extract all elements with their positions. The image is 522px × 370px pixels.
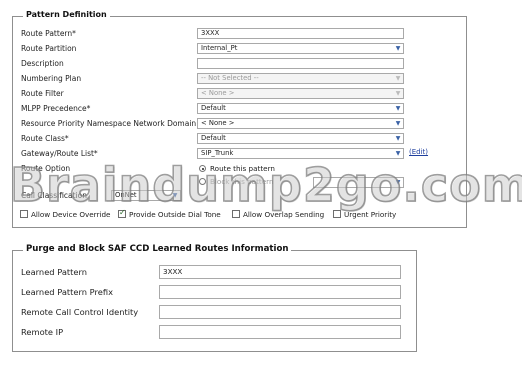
block-pattern-row: Block this pattern ▼ — [13, 175, 466, 189]
chevron-down-icon: ▼ — [395, 135, 401, 142]
learned-pattern-prefix-input[interactable] — [159, 285, 401, 299]
chevron-down-icon: ▼ — [395, 120, 401, 127]
remote-call-control-identity-input[interactable] — [159, 305, 401, 319]
numbering-plan-row: Numbering Plan -- Not Selected -- ▼ — [13, 72, 466, 86]
saf-learned-routes-section: Purge and Block SAF CCD Learned Routes I… — [12, 244, 417, 352]
description-label: Description — [21, 59, 64, 68]
numbering-plan-label: Numbering Plan — [21, 74, 82, 83]
call-classification-select[interactable]: OnNet ▼ — [111, 190, 181, 201]
chevron-down-icon: ▼ — [395, 179, 401, 186]
remote-ip-row: Remote IP — [13, 325, 416, 343]
mlpp-precedence-value: Default — [201, 104, 226, 112]
checkbox-row: Allow Device Override Provide Outside Di… — [13, 207, 466, 221]
block-reason-select[interactable]: ▼ — [313, 177, 404, 188]
route-partition-value: Internal_Pt — [201, 44, 238, 52]
route-filter-label: Route Filter — [21, 89, 64, 98]
route-filter-value: < None > — [201, 89, 235, 97]
route-partition-row: Route Partition Internal_Pt ▼ — [13, 42, 466, 56]
route-class-row: Route Class* Default ▼ — [13, 132, 466, 146]
route-filter-row: Route Filter < None > ▼ — [13, 87, 466, 101]
learned-pattern-label: Learned Pattern — [21, 267, 88, 277]
urgent-priority-label: Urgent Priority — [344, 210, 397, 219]
route-option-label: Route Option — [21, 164, 71, 173]
chevron-down-icon: ▼ — [395, 90, 401, 97]
allow-device-override-checkbox[interactable] — [20, 210, 28, 218]
edit-link[interactable]: (Edit) — [409, 148, 428, 156]
route-option-row: Route Option Route this pattern — [13, 162, 466, 176]
resource-priority-select[interactable]: < None > ▼ — [197, 118, 404, 129]
call-classification-value: OnNet — [115, 191, 137, 199]
gateway-route-list-label: Gateway/Route List* — [21, 149, 98, 158]
gateway-route-list-value: SIP_Trunk — [201, 149, 234, 157]
description-row: Description — [13, 57, 466, 71]
route-pattern-input[interactable]: 3XXX — [197, 28, 404, 39]
chevron-down-icon: ▼ — [172, 192, 178, 199]
allow-overlap-sending-label: Allow Overlap Sending — [243, 210, 325, 219]
urgent-priority-checkbox[interactable] — [333, 210, 341, 218]
gateway-route-list-select[interactable]: SIP_Trunk ▼ — [197, 148, 404, 159]
remote-ip-label: Remote IP — [21, 327, 64, 337]
mlpp-precedence-select[interactable]: Default ▼ — [197, 103, 404, 114]
route-partition-select[interactable]: Internal_Pt ▼ — [197, 43, 404, 54]
pattern-definition-section: Pattern Definition Route Pattern* 3XXX R… — [12, 10, 467, 228]
description-input[interactable] — [197, 58, 404, 69]
learned-pattern-prefix-row: Learned Pattern Prefix — [13, 285, 416, 303]
learned-pattern-input[interactable]: 3XXX — [159, 265, 401, 279]
route-pattern-label: Route Pattern* — [21, 29, 76, 38]
chevron-down-icon: ▼ — [395, 45, 401, 52]
numbering-plan-value: -- Not Selected -- — [201, 74, 259, 82]
chevron-down-icon: ▼ — [395, 105, 401, 112]
chevron-down-icon: ▼ — [395, 75, 401, 82]
resource-priority-row: Resource Priority Namespace Network Doma… — [13, 117, 466, 131]
resource-priority-label: Resource Priority Namespace Network Doma… — [21, 119, 197, 128]
block-this-pattern-label: Block this pattern — [210, 177, 274, 186]
provide-outside-dial-tone-label: Provide Outside Dial Tone — [129, 210, 221, 219]
call-classification-label: Call Classification — [21, 191, 88, 200]
route-class-select[interactable]: Default ▼ — [197, 133, 404, 144]
chevron-down-icon: ▼ — [395, 150, 401, 157]
provide-outside-dial-tone-checkbox[interactable] — [118, 208, 126, 218]
route-partition-label: Route Partition — [21, 44, 77, 53]
route-pattern-row: Route Pattern* 3XXX — [13, 27, 466, 41]
mlpp-precedence-label: MLPP Precedence* — [21, 104, 91, 113]
block-this-pattern-radio[interactable] — [199, 178, 206, 185]
numbering-plan-select: -- Not Selected -- ▼ — [197, 73, 404, 84]
remote-ip-input[interactable] — [159, 325, 401, 339]
learned-pattern-prefix-label: Learned Pattern Prefix — [21, 287, 114, 297]
remote-call-control-identity-row: Remote Call Control Identity — [13, 305, 416, 323]
route-class-label: Route Class* — [21, 134, 69, 143]
route-this-pattern-label: Route this pattern — [210, 164, 275, 173]
mlpp-precedence-row: MLPP Precedence* Default ▼ — [13, 102, 466, 116]
remote-call-control-identity-label: Remote Call Control Identity — [21, 307, 139, 317]
allow-device-override-label: Allow Device Override — [31, 210, 111, 219]
route-filter-select: < None > ▼ — [197, 88, 404, 99]
route-class-value: Default — [201, 134, 226, 142]
route-this-pattern-radio[interactable] — [199, 165, 206, 172]
call-classification-row: Call Classification OnNet ▼ — [13, 189, 466, 203]
pattern-definition-legend: Pattern Definition — [23, 10, 110, 19]
resource-priority-value: < None > — [201, 119, 235, 127]
allow-overlap-sending-checkbox[interactable] — [232, 210, 240, 218]
saf-learned-routes-legend: Purge and Block SAF CCD Learned Routes I… — [23, 244, 292, 254]
gateway-route-list-row: Gateway/Route List* SIP_Trunk ▼ (Edit) — [13, 147, 466, 161]
learned-pattern-row: Learned Pattern 3XXX — [13, 265, 416, 283]
